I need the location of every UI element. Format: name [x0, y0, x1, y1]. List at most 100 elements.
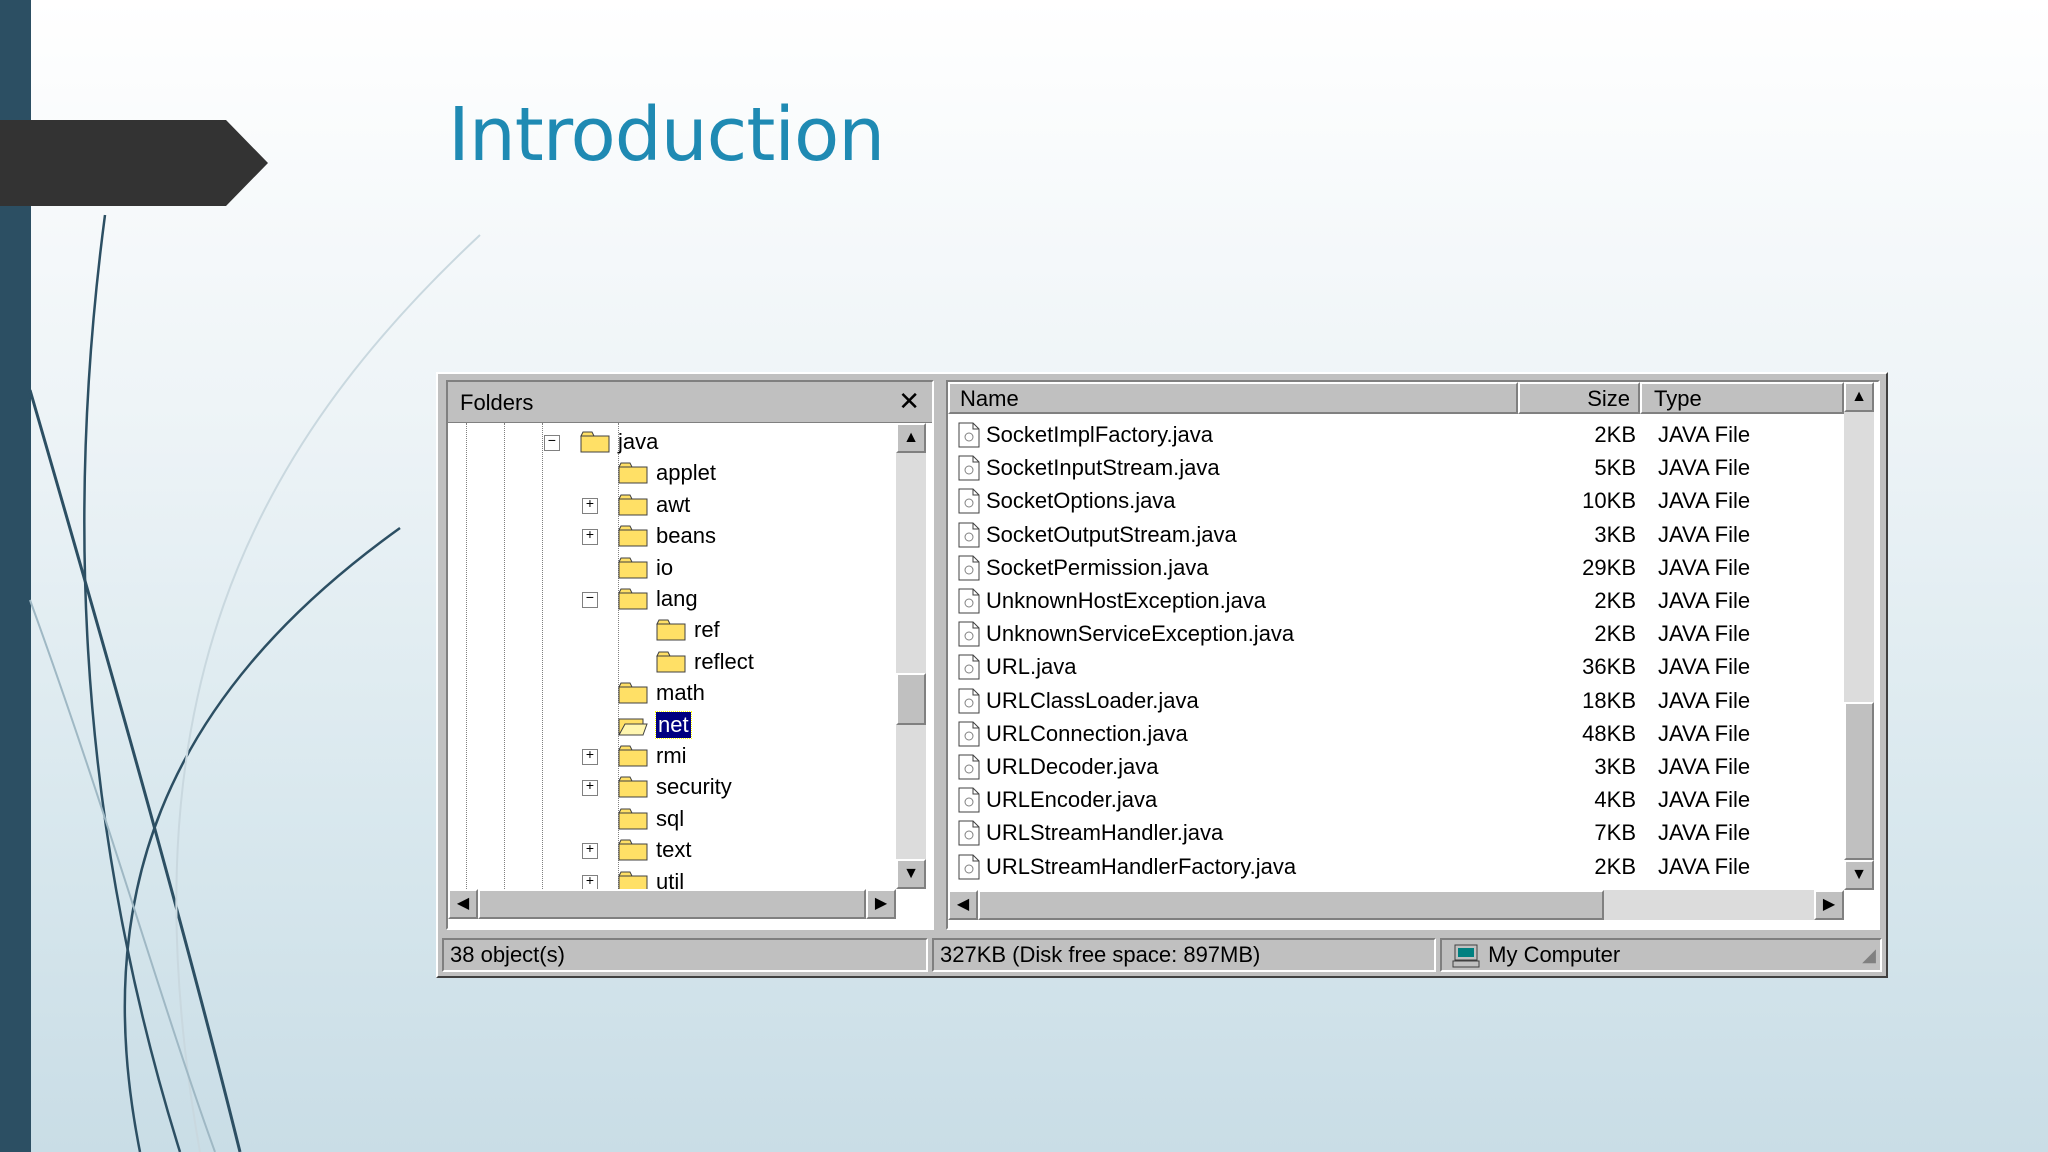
open-folder-icon	[618, 714, 648, 736]
tree-node-applet[interactable]: applet	[448, 458, 888, 488]
tree-node-text[interactable]: + text	[448, 835, 888, 865]
status-object-count: 38 object(s)	[442, 938, 928, 972]
scroll-left-arrow-icon[interactable]: ◀	[448, 889, 478, 919]
tree-node-label: applet	[656, 460, 716, 486]
scroll-left-arrow-icon[interactable]: ◀	[948, 890, 978, 920]
tree-node-rmi[interactable]: + rmi	[448, 741, 888, 771]
file-row[interactable]: SocketInputStream.java 5KB JAVA File	[948, 451, 1844, 484]
close-icon[interactable]: ✕	[898, 386, 920, 417]
scroll-up-arrow-icon[interactable]: ▲	[1844, 382, 1874, 412]
column-name-label: Name	[960, 386, 1019, 411]
expand-plus-icon[interactable]: +	[582, 843, 598, 860]
scroll-right-arrow-icon[interactable]: ▶	[866, 889, 896, 919]
folders-horizontal-scrollbar[interactable]: ◀ ▶	[448, 889, 896, 919]
file-name: URLConnection.java	[986, 720, 1188, 746]
file-type: JAVA File	[1658, 422, 1751, 447]
file-row[interactable]: SocketOutputStream.java 3KB JAVA File	[948, 518, 1844, 551]
file-list-pane: Name Size Type SocketImplFactory.java 2KB…	[946, 380, 1880, 930]
folder-icon	[580, 431, 610, 453]
list-header: Name Size Type	[948, 382, 1844, 416]
file-row[interactable]: UnknownServiceException.java 2KB JAVA File	[948, 617, 1844, 650]
list-horizontal-scrollbar[interactable]: ◀ ▶	[948, 890, 1844, 920]
java-file-icon	[958, 621, 980, 647]
scroll-thumb[interactable]	[478, 889, 866, 919]
file-name: URLDecoder.java	[986, 754, 1159, 779]
expand-plus-icon[interactable]: +	[582, 874, 598, 889]
file-row[interactable]: SocketOptions.java 10KB JAVA File	[948, 484, 1844, 517]
tree-node-label: text	[656, 837, 692, 863]
folders-pane: Folders ✕ − java applet + awt + beans io − lang re…	[446, 380, 934, 930]
expand-plus-icon[interactable]: +	[582, 749, 598, 765]
column-header-type[interactable]: Type	[1640, 382, 1844, 414]
file-type: JAVA File	[1658, 621, 1751, 647]
tree-node-lang[interactable]: − lang	[448, 584, 888, 614]
file-row[interactable]: SocketImplFactory.java 2KB JAVA File	[948, 418, 1844, 451]
folders-header: Folders ✕	[448, 382, 932, 423]
file-row[interactable]: URLEncoder.java 4KB JAVA File	[948, 783, 1844, 816]
list-vertical-scrollbar[interactable]: ▲ ▼	[1844, 382, 1874, 890]
tree-node-ref[interactable]: ref	[448, 615, 888, 645]
scroll-thumb[interactable]	[896, 673, 926, 725]
column-header-name[interactable]: Name	[948, 382, 1518, 414]
file-row[interactable]: URLStreamHandler.java 7KB JAVA File	[948, 816, 1844, 849]
tree-node-label: io	[656, 554, 674, 580]
file-type: JAVA File	[1658, 554, 1751, 580]
folder-icon	[656, 619, 686, 641]
java-file-icon	[958, 588, 980, 614]
file-name: URLClassLoader.java	[986, 687, 1199, 713]
tree-node-label: java	[618, 429, 659, 454]
scroll-down-arrow-icon[interactable]: ▼	[1844, 860, 1874, 890]
collapse-minus-icon[interactable]: −	[582, 592, 598, 608]
file-size: 29KB	[1582, 554, 1636, 580]
file-type: JAVA File	[1658, 488, 1751, 514]
explorer-window: Folders ✕ − java applet + awt + beans io − lang re…	[436, 372, 1888, 978]
folder-icon	[618, 682, 648, 704]
scroll-thumb[interactable]	[1844, 702, 1874, 860]
file-row[interactable]: SocketPermission.java 29KB JAVA File	[948, 551, 1844, 584]
folder-tree: − java applet + awt + beans io − lang ref reflect ma…	[448, 423, 896, 889]
file-name: SocketOutputStream.java	[986, 521, 1237, 547]
tree-node-label: ref	[694, 617, 720, 643]
file-name: SocketPermission.java	[986, 554, 1209, 580]
tree-node-java[interactable]: − java	[448, 427, 888, 457]
file-row[interactable]: URLStreamHandlerFactory.java 2KB JAVA File	[948, 850, 1844, 883]
file-name: SocketImplFactory.java	[986, 422, 1214, 447]
file-name: UnknownServiceException.java	[986, 621, 1295, 647]
tree-node-util[interactable]: + util	[448, 867, 888, 889]
expand-plus-icon[interactable]: +	[582, 529, 598, 546]
folder-icon	[618, 776, 648, 798]
expand-plus-icon[interactable]: +	[582, 780, 598, 797]
tree-node-io[interactable]: io	[448, 553, 888, 583]
column-type-label: Type	[1654, 386, 1702, 411]
tree-node-reflect[interactable]: reflect	[448, 647, 888, 677]
tree-node-security[interactable]: + security	[448, 772, 888, 802]
folder-icon	[618, 808, 648, 830]
scroll-right-arrow-icon[interactable]: ▶	[1814, 890, 1844, 920]
expand-plus-icon[interactable]: +	[582, 497, 598, 514]
tree-node-sql[interactable]: sql	[448, 804, 888, 834]
file-row[interactable]: URL.java 36KB JAVA File	[948, 650, 1844, 683]
folder-icon	[618, 588, 648, 610]
file-size: 2KB	[1594, 588, 1636, 613]
folder-icon	[618, 839, 648, 861]
scroll-down-arrow-icon[interactable]: ▼	[896, 859, 926, 889]
tree-node-beans[interactable]: + beans	[448, 521, 888, 551]
file-row[interactable]: UnknownHostException.java 2KB JAVA File	[948, 584, 1844, 617]
file-row[interactable]: URLConnection.java 48KB JAVA File	[948, 717, 1844, 750]
resize-grip-icon[interactable]: ◢	[1862, 940, 1876, 970]
collapse-minus-icon[interactable]: −	[544, 435, 560, 451]
tree-node-awt[interactable]: + awt	[448, 490, 888, 520]
file-row[interactable]: URLClassLoader.java 18KB JAVA File	[948, 684, 1844, 717]
tree-node-math[interactable]: math	[448, 678, 888, 708]
column-header-size[interactable]: Size	[1518, 382, 1640, 414]
file-row[interactable]: URLDecoder.java 3KB JAVA File	[948, 750, 1844, 783]
java-file-icon	[958, 654, 980, 680]
file-type: JAVA File	[1658, 521, 1751, 547]
tree-node-net[interactable]: net	[448, 710, 888, 740]
folders-vertical-scrollbar[interactable]: ▲ ▼	[896, 423, 926, 889]
folder-icon	[618, 871, 648, 889]
scroll-thumb[interactable]	[978, 890, 1604, 920]
java-file-icon	[958, 488, 980, 514]
scroll-up-arrow-icon[interactable]: ▲	[896, 423, 926, 453]
file-size: 7KB	[1594, 820, 1636, 846]
